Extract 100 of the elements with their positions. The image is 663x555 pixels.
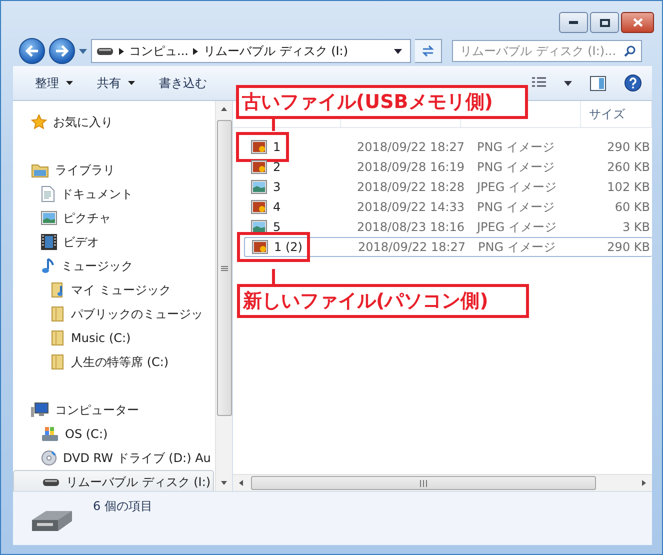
- sidebar-item[interactable]: DVD RW ドライブ (D:) Au: [13, 446, 214, 470]
- picture-icon: [41, 211, 57, 225]
- search-field[interactable]: リムーバブル ディスク (I:)...: [452, 40, 642, 62]
- chevron-right-icon: [119, 48, 124, 54]
- callout: 古いファイル(USBメモリ側): [236, 85, 528, 119]
- minimize-icon: [569, 21, 578, 24]
- breadcrumb[interactable]: リムーバブル ディスク (I:): [203, 42, 348, 60]
- document-icon: [41, 186, 55, 202]
- drive-icon: [41, 426, 59, 442]
- close-icon: [632, 18, 642, 27]
- caret-icon[interactable]: [564, 80, 572, 86]
- folder-icon: [51, 282, 65, 298]
- sidebar-item[interactable]: お気に入り: [13, 110, 214, 134]
- sidebar-item[interactable]: コンピューター: [13, 398, 214, 422]
- file-name: 4: [273, 200, 281, 214]
- size-cell-text: 260 KB: [606, 160, 651, 174]
- address-bar[interactable]: コンピュ... リムーバブル ディスク (I:): [91, 39, 411, 63]
- date-cell-text: 2018/09/22 18:27: [358, 240, 467, 254]
- image-file-icon: [252, 240, 268, 254]
- scroll-thumb[interactable]: [216, 120, 232, 416]
- caret-icon: [128, 81, 135, 85]
- sidebar-item[interactable]: ミュージック: [13, 254, 214, 278]
- search-icon: [624, 45, 636, 57]
- back-arrow-icon: [25, 45, 39, 57]
- maximize-button[interactable]: [590, 12, 619, 33]
- computer-icon: [31, 402, 49, 418]
- date-cell-text: 2018/08/23 18:16: [357, 220, 466, 234]
- file-row[interactable]: 5 2018/08/23 18:16 JPEG イメージ 3 KB: [244, 217, 652, 237]
- chevron-right-icon: [193, 48, 198, 54]
- refresh-icon: [421, 44, 435, 58]
- type-cell-text: PNG イメージ: [477, 158, 556, 176]
- caret-icon: [66, 81, 73, 85]
- file-name: 5: [273, 220, 281, 234]
- sidebar-item[interactable]: リムーバブル ディスク (I:): [13, 470, 214, 491]
- forward-arrow-icon: [55, 45, 69, 57]
- close-button[interactable]: [621, 12, 654, 33]
- size-cell-text: 290 KB: [606, 240, 651, 254]
- file-name: 3: [273, 180, 281, 194]
- folder-icon: [51, 330, 65, 346]
- scrollbar[interactable]: [215, 101, 232, 491]
- image-file-icon: [251, 160, 267, 174]
- refresh-button[interactable]: [415, 39, 442, 63]
- preview-pane-icon[interactable]: [590, 76, 606, 90]
- date-cell-text: 2018/09/22 18:27: [357, 140, 466, 154]
- image-file-icon: [251, 200, 267, 214]
- sidebar-item[interactable]: OS (C:): [13, 422, 214, 446]
- sidebar-item[interactable]: ライブラリ: [13, 158, 214, 182]
- star-icon: [31, 114, 47, 130]
- sidebar-item[interactable]: パブリックのミュージッ: [13, 302, 214, 326]
- minimize-button[interactable]: [559, 12, 588, 33]
- sidebar-item[interactable]: マイ ミュージック: [13, 278, 214, 302]
- sidebar-item[interactable]: 人生の特等席 (C:): [13, 350, 214, 374]
- maximize-icon: [600, 18, 610, 26]
- file-name: 1 (2): [274, 240, 302, 254]
- disc-icon: [41, 450, 57, 466]
- file-row[interactable]: 3 2018/09/22 18:28 JPEG イメージ 102 KB: [244, 177, 652, 197]
- date-cell-text: 2018/09/22 14:33: [357, 200, 466, 214]
- scrollbar[interactable]: [233, 474, 652, 491]
- scroll-thumb[interactable]: [251, 476, 596, 490]
- file-row[interactable]: 4 2018/09/22 14:33 PNG イメージ 60 KB: [244, 197, 652, 217]
- toolbar-button[interactable]: 共有: [89, 70, 143, 96]
- sidebar-item[interactable]: ピクチャ: [13, 206, 214, 230]
- breadcrumb[interactable]: コンピュ...: [129, 42, 188, 60]
- folder-icon: [51, 354, 65, 370]
- help-icon[interactable]: [624, 74, 642, 92]
- date-cell-text: 2018/09/28 16:19: [357, 160, 466, 174]
- image-file-icon: [251, 220, 267, 234]
- column-header[interactable]: サイズ: [589, 106, 625, 122]
- view-list-icon[interactable]: [532, 77, 546, 89]
- type-cell-text: PNG イメージ: [478, 238, 556, 256]
- date-cell-text: 2018/09/22 18:28: [357, 180, 466, 194]
- file-name: 1: [273, 140, 281, 154]
- back-button[interactable]: [19, 38, 45, 64]
- callout: 新しいファイル(パソコン側): [237, 284, 529, 318]
- drive-icon: [29, 508, 75, 534]
- item-count: 6 個の項目: [93, 498, 152, 515]
- sidebar-item[interactable]: Music (C:): [13, 326, 214, 350]
- folder-icon: [51, 306, 65, 322]
- sidebar-item[interactable]: ドキュメント: [13, 182, 214, 206]
- toolbar-button[interactable]: 整理: [27, 70, 81, 96]
- folder-icon: [31, 162, 49, 178]
- size-cell-text: 60 KB: [614, 200, 651, 214]
- film-icon: [41, 234, 57, 250]
- type-cell-text: JPEG イメージ: [477, 178, 558, 196]
- sidebar-item[interactable]: ビデオ: [13, 230, 214, 254]
- toolbar-button[interactable]: 書き込む: [151, 70, 215, 96]
- drive-icon: [42, 477, 60, 487]
- image-file-icon: [251, 180, 267, 194]
- size-cell-text: 3 KB: [621, 220, 651, 234]
- size-cell-text: 102 KB: [606, 180, 651, 194]
- file-row[interactable]: 2 2018/09/28 16:19 PNG イメージ 260 KB: [244, 157, 652, 177]
- file-name: 2: [273, 160, 281, 174]
- image-file-icon: [251, 140, 267, 154]
- type-cell-text: JPEG イメージ: [477, 218, 558, 236]
- forward-button[interactable]: [49, 38, 75, 64]
- size-cell-text: 290 KB: [606, 140, 651, 154]
- type-cell-text: PNG イメージ: [477, 198, 556, 216]
- drive-icon: [96, 46, 114, 56]
- file-row[interactable]: 1 2018/09/22 18:27 PNG イメージ 290 KB: [244, 137, 652, 157]
- type-cell-text: PNG イメージ: [477, 138, 556, 156]
